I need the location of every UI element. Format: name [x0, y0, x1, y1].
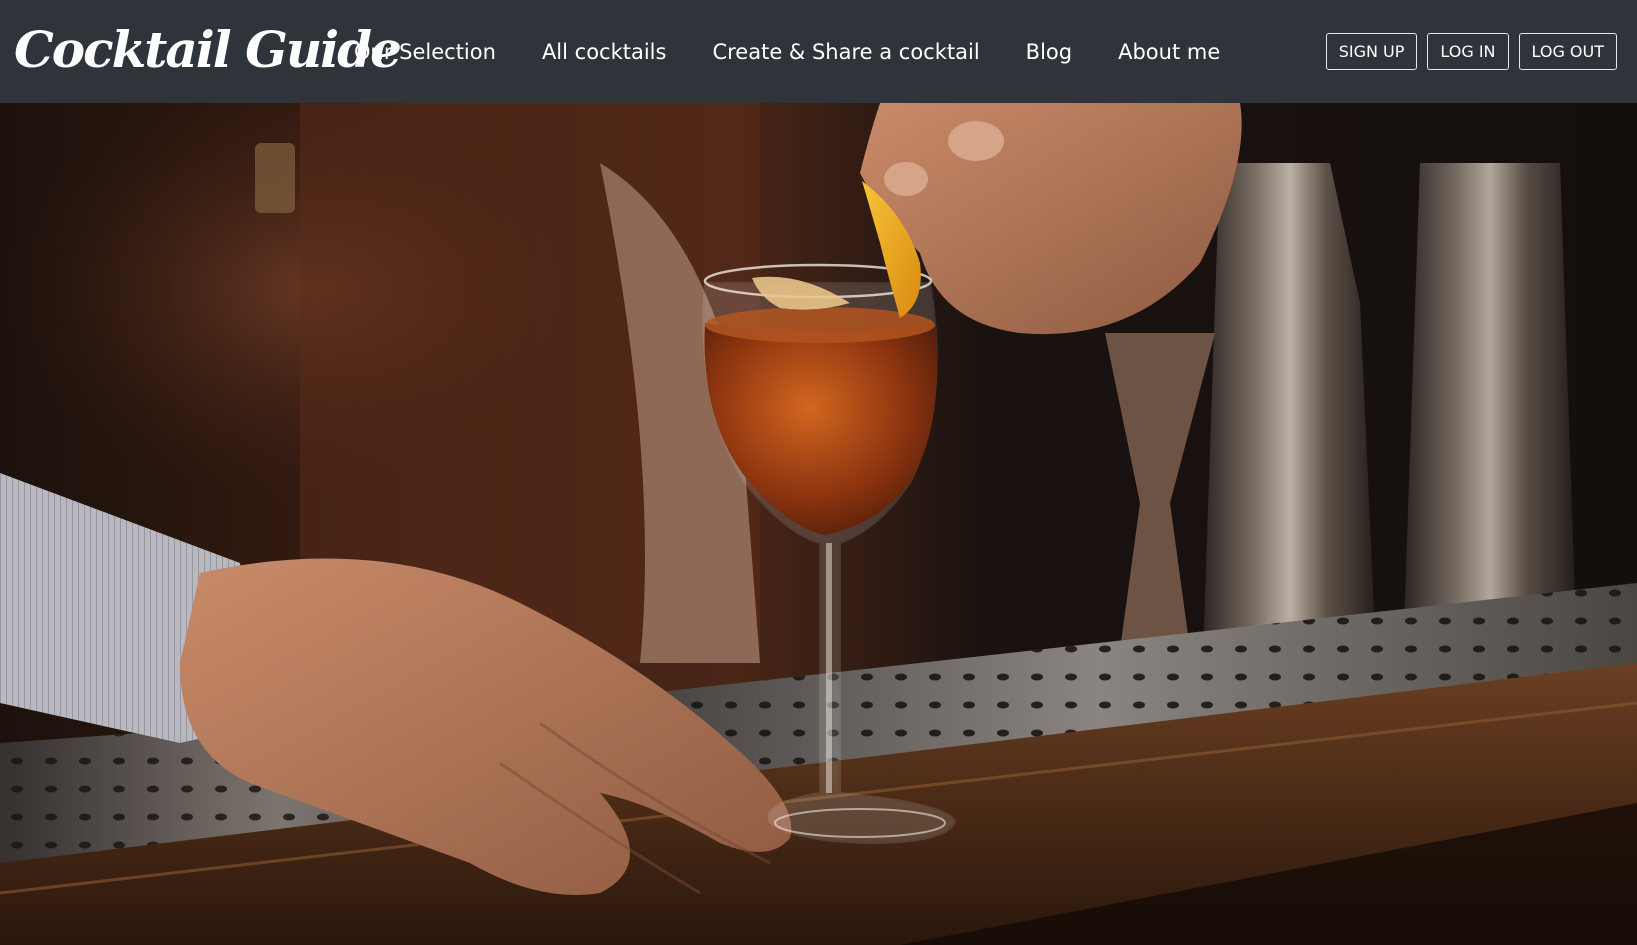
nav-link-all-cocktails[interactable]: All cocktails	[542, 40, 667, 64]
hero-image	[0, 103, 1637, 945]
nav-link-blog[interactable]: Blog	[1026, 40, 1072, 64]
hero-illustration	[0, 103, 1637, 945]
brand-logo[interactable]: Cocktail Guide	[14, 14, 402, 84]
nav-link-our-selection[interactable]: Our Selection	[354, 40, 496, 64]
nav-link-create-share[interactable]: Create & Share a cocktail	[712, 40, 979, 64]
log-out-button[interactable]: LOG OUT	[1518, 33, 1617, 70]
navbar: Cocktail Guide Our Selection All cocktai…	[0, 0, 1637, 103]
sign-up-button[interactable]: SIGN UP	[1325, 33, 1418, 70]
page: Cocktail Guide Our Selection All cocktai…	[0, 0, 1637, 945]
main-nav: Our Selection All cocktails Create & Sha…	[354, 0, 1266, 103]
auth-buttons: SIGN UP LOG IN LOG OUT	[1316, 0, 1617, 103]
nav-link-about-me[interactable]: About me	[1118, 40, 1220, 64]
log-in-button[interactable]: LOG IN	[1427, 33, 1509, 70]
